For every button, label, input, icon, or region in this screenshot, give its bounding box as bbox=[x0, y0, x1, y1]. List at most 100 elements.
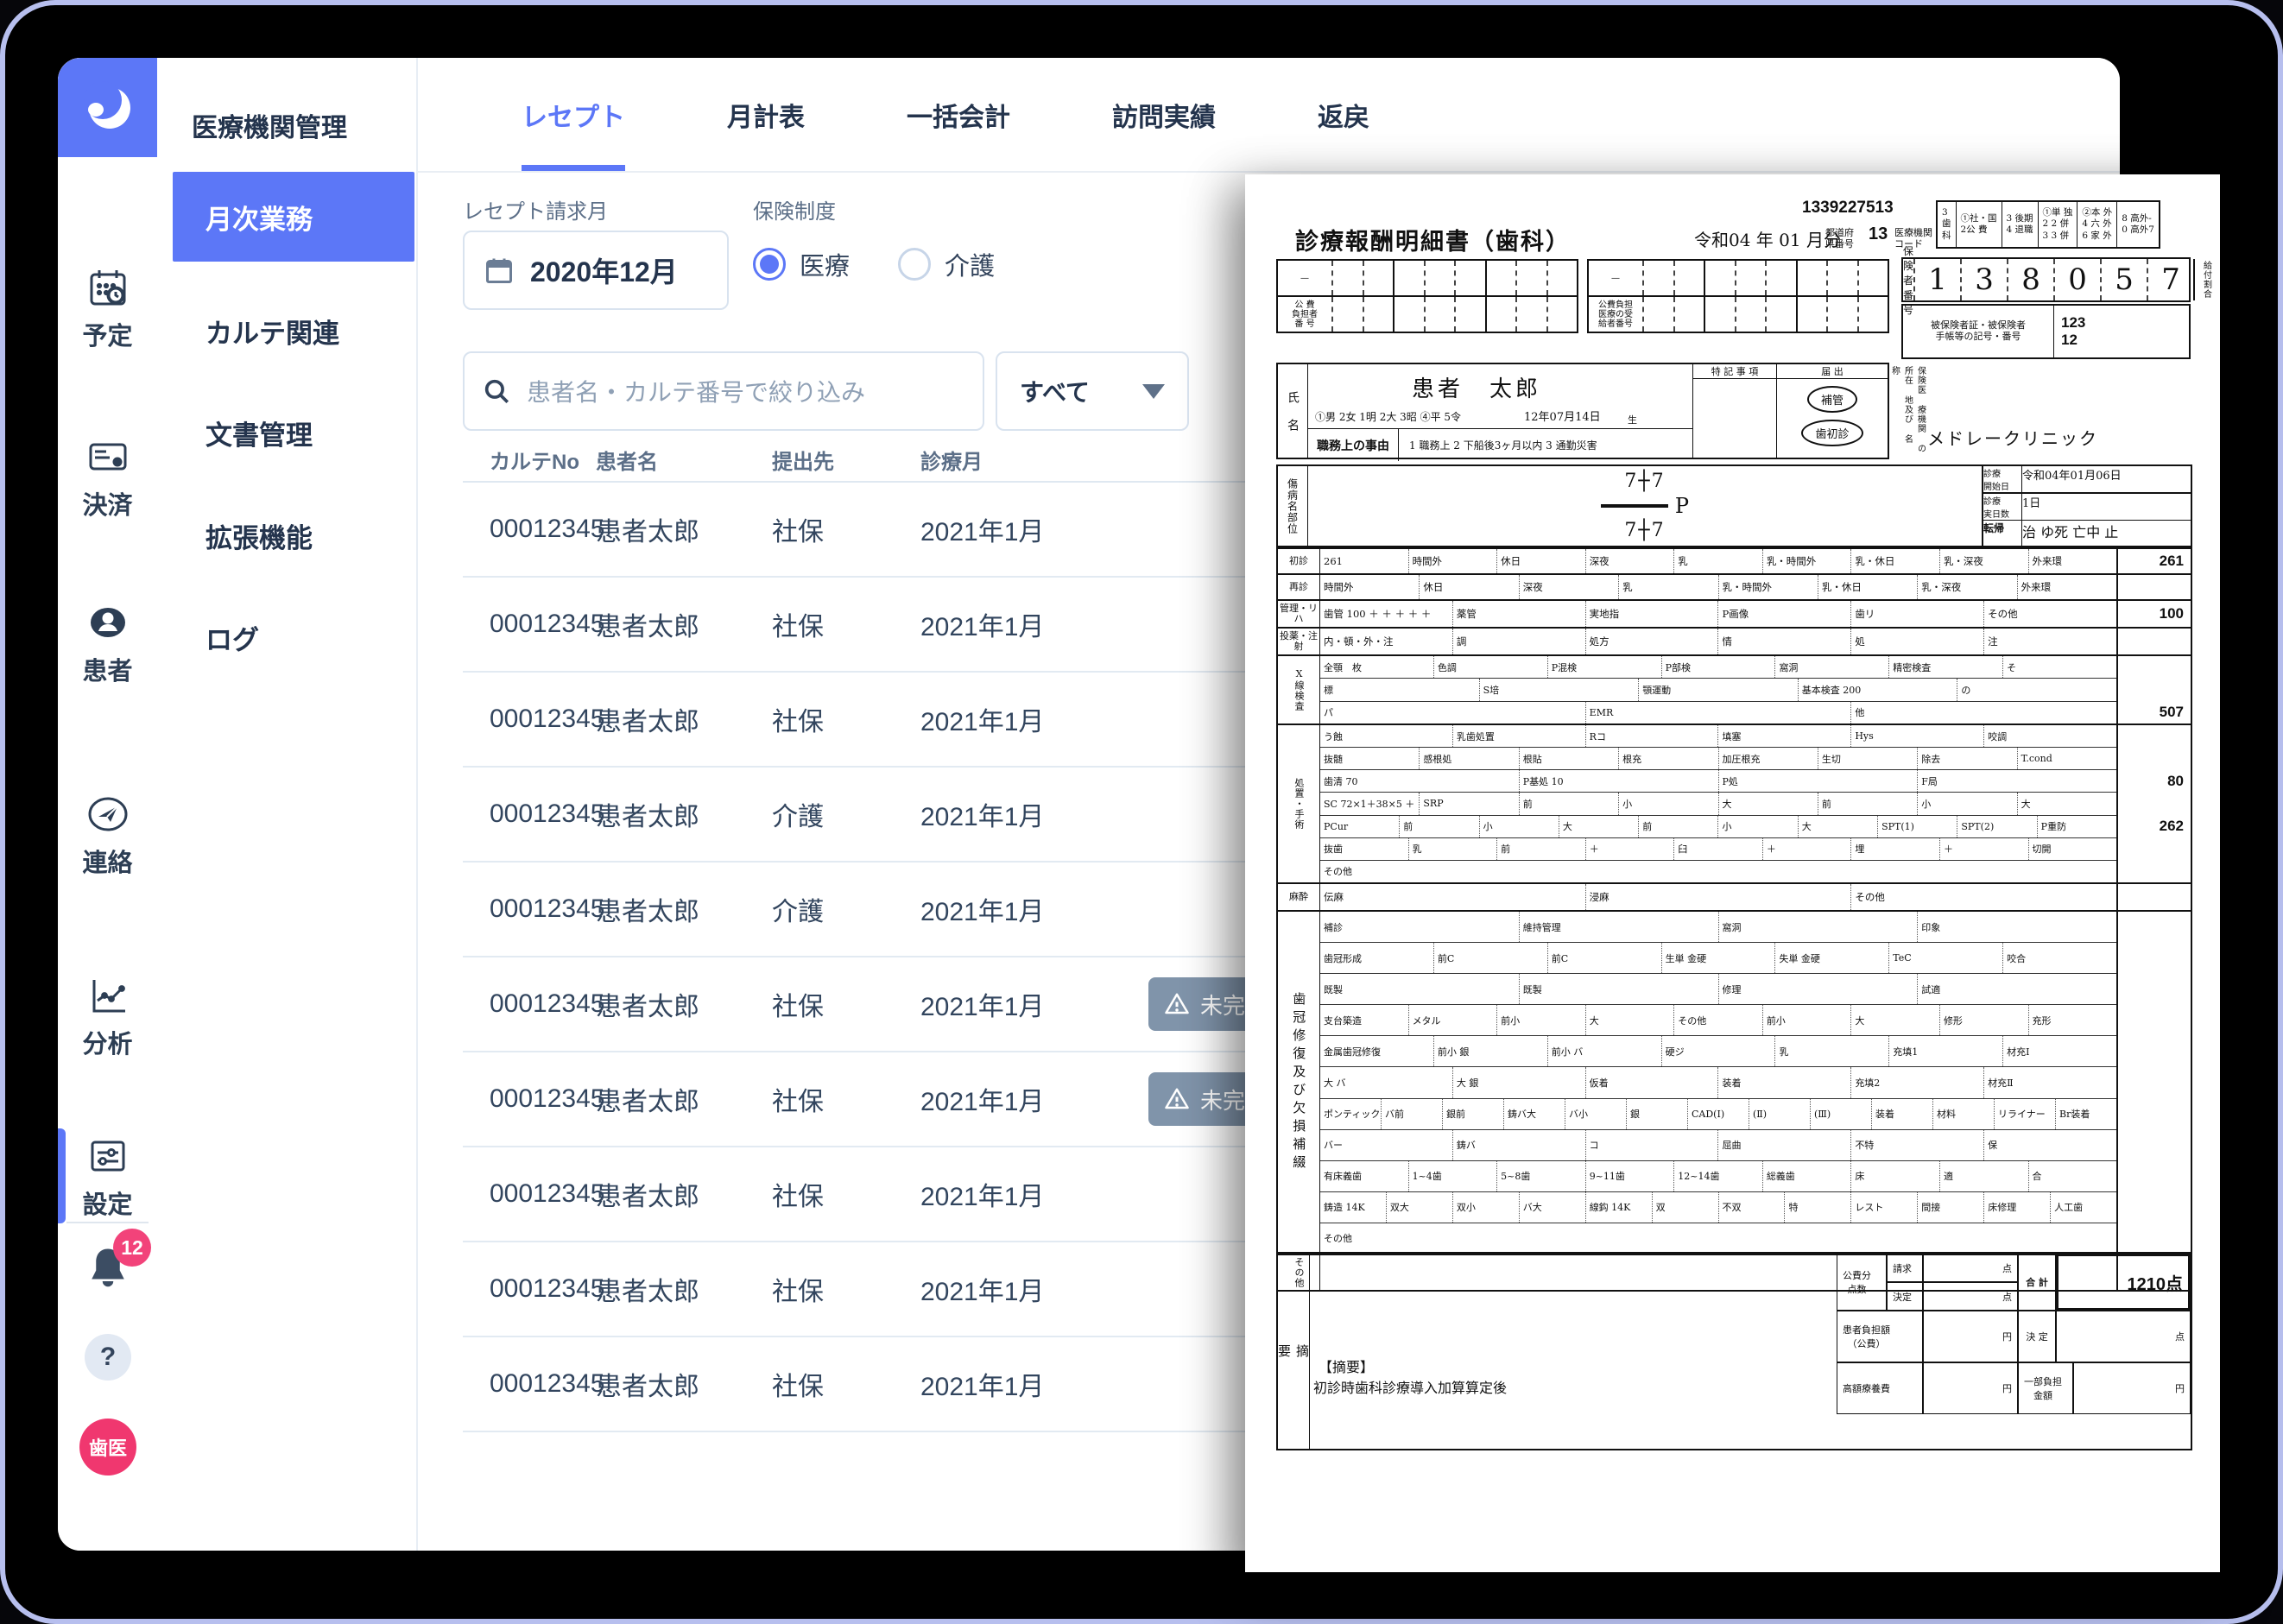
sidebar-item-label: 設定 bbox=[82, 1185, 132, 1221]
cell-name: 患者太郎 bbox=[596, 1270, 699, 1308]
calendar-icon bbox=[484, 255, 515, 286]
form-cell: 硬ジ bbox=[1661, 1036, 1775, 1066]
row-cells: 歯管 100 ＋ ＋ ＋ ＋ ＋薬管実地指P画像歯リその他 bbox=[1320, 601, 2116, 627]
cell-month: 2021年1月 bbox=[920, 510, 1044, 548]
sidebar-item-payment[interactable]: 決済 bbox=[58, 436, 157, 521]
tokki-label: 特 記 事 項 bbox=[1693, 364, 1776, 379]
row-cells: 伝麻浸麻その他 bbox=[1320, 884, 2116, 910]
medley-logo-icon bbox=[77, 77, 139, 139]
shikan-subrow: ポンティックバ前銀前鋳バ大バ小銀CAD(Ⅰ)(Ⅱ)(Ⅲ)装着材料リライナーBr装… bbox=[1320, 1098, 2116, 1129]
calendar-icon bbox=[87, 267, 129, 308]
form-cell: 前 bbox=[1496, 838, 1585, 860]
form-cell: TeC bbox=[1888, 943, 2002, 973]
sex-era-line: ①男 2女 1明 2大 3昭 ④平 5令 bbox=[1315, 409, 1461, 424]
form-cell: (Ⅲ) bbox=[1810, 1099, 1871, 1129]
sidebar-item-settings[interactable]: 設定 bbox=[58, 1135, 157, 1221]
form-cell: 前小 バ bbox=[1547, 1036, 1661, 1066]
nav-item-documents[interactable]: 文書管理 bbox=[173, 388, 414, 477]
form-cell: 合 bbox=[2028, 1161, 2117, 1191]
line-chart-icon bbox=[87, 975, 129, 1016]
tab-receipt[interactable]: レセプト bbox=[522, 58, 625, 171]
form-cell: SC 72×1＋38×5 ＋ bbox=[1320, 793, 1419, 814]
nav-item-extensions[interactable]: 拡張機能 bbox=[173, 490, 414, 580]
form-cell: 他 bbox=[1850, 702, 2116, 724]
form-cell: 充填2 bbox=[1850, 1067, 1983, 1097]
form-cell: 抜歯 bbox=[1320, 838, 1408, 860]
tab-visit-results[interactable]: 訪問実績 bbox=[1112, 58, 1216, 171]
help-button[interactable]: ? bbox=[85, 1334, 131, 1381]
shochi-subrow: う蝕乳歯処置Rコ填塞Hys咬調 bbox=[1320, 725, 2116, 747]
form-cell: 材料 bbox=[1932, 1099, 1994, 1129]
form-cell: 金属歯冠修復 bbox=[1320, 1036, 1433, 1066]
form-cell: 試適 bbox=[1917, 974, 2116, 1004]
sidebar-item-contact[interactable]: 連絡 bbox=[58, 793, 157, 879]
cell-month: 2021年1月 bbox=[920, 700, 1044, 738]
form-cell: 伝麻 bbox=[1320, 884, 1585, 910]
dental-receipt-preview[interactable]: 診療報酬明細書（歯科） 令和04 年 01 月分 都道府 県番号 13 医療機関… bbox=[1245, 174, 2220, 1572]
form-cell: 乳・休日 bbox=[1850, 549, 1939, 573]
tooth-line bbox=[1601, 504, 1668, 508]
form-cell: F局 bbox=[1917, 770, 2116, 792]
radio-medical[interactable]: 医療 bbox=[753, 246, 850, 282]
form-cell: 人工歯 bbox=[2050, 1192, 2116, 1223]
birth-suffix: 生 bbox=[1628, 413, 1637, 427]
status-filter-dropdown[interactable]: すべて bbox=[996, 351, 1189, 431]
form-cell: 生単 金硬 bbox=[1661, 943, 1775, 973]
form-cell: の bbox=[1957, 679, 2116, 700]
form-cell: P画像 bbox=[1717, 601, 1850, 627]
radio-care[interactable]: 介護 bbox=[898, 246, 995, 282]
search-input[interactable]: 患者名・カルテ番号で絞り込み bbox=[463, 351, 984, 431]
tab-monthly-table[interactable]: 月計表 bbox=[727, 58, 805, 171]
form-cell: 死 亡 bbox=[2054, 521, 2086, 546]
form-cell: 乳歯処置 bbox=[1452, 725, 1585, 747]
stamp-shishoshin: 歯初診 bbox=[1801, 420, 1862, 446]
claim-month-picker[interactable]: 2020年12月 bbox=[463, 231, 729, 310]
form-cell: 小 bbox=[1917, 793, 2016, 814]
form-cell: 3 bbox=[1960, 259, 2007, 300]
form-cell: 装着 bbox=[1717, 1067, 1850, 1097]
form-cell: ＋ bbox=[1585, 838, 1674, 860]
cell-month: 2021年1月 bbox=[920, 795, 1044, 833]
decide-label: 決定 bbox=[1887, 1282, 1923, 1311]
shochi-subrow: SC 72×1＋38×5 ＋SRP前小大前小大 bbox=[1320, 792, 2116, 814]
form-cell: レスト bbox=[1850, 1192, 1917, 1223]
app-logo[interactable] bbox=[58, 58, 157, 157]
patient-name: 患者 太郎 bbox=[1412, 371, 1541, 403]
nav-item-log[interactable]: ログ bbox=[173, 592, 414, 682]
chevron-down-icon bbox=[1142, 384, 1165, 399]
nav-item-label: 文書管理 bbox=[206, 414, 313, 452]
form-cell: ①社・国 2公 費 bbox=[1956, 202, 2002, 247]
nav-item-label: カルテ関連 bbox=[206, 312, 339, 351]
notifications-button[interactable]: 12 bbox=[82, 1242, 137, 1298]
secondary-nav-panel: 医療機関管理 月次業務 カルテ関連 文書管理 拡張機能 ログ bbox=[157, 58, 418, 1551]
sidebar-item-schedule[interactable]: 予定 bbox=[58, 267, 157, 352]
summary-label: 摘 要 bbox=[1278, 1254, 1310, 1449]
form-cell: メタル bbox=[1408, 1005, 1497, 1035]
form-cell: 前 bbox=[1519, 793, 1618, 814]
user-avatar[interactable]: 歯医 bbox=[79, 1419, 136, 1476]
tab-bulk-accounting[interactable]: 一括会計 bbox=[907, 58, 1010, 171]
form-cell: 顎運動 bbox=[1638, 679, 1798, 700]
total-label: 合 計 bbox=[2018, 1254, 2056, 1311]
cell-name: 患者太郎 bbox=[596, 605, 699, 643]
form-cell: ①単 独 2 2 併 3 3 併 bbox=[2038, 202, 2077, 247]
row-cells: 内・頓・外・注調処方情処注 bbox=[1320, 629, 2116, 654]
row-value bbox=[2118, 884, 2191, 910]
form-cell: 1~4歯 bbox=[1408, 1161, 1497, 1191]
tab-returns[interactable]: 返戻 bbox=[1318, 58, 1369, 171]
form-cell: 0 bbox=[2053, 259, 2100, 300]
form-cell: 特 bbox=[1784, 1192, 1850, 1223]
birth-date: 12年07月14日 bbox=[1524, 408, 1601, 424]
form-cell: P混検 bbox=[1547, 656, 1661, 678]
form-cell: 3 歯 科 bbox=[1938, 202, 1956, 247]
sidebar-item-analytics[interactable]: 分析 bbox=[58, 975, 157, 1060]
nav-item-karte[interactable]: カルテ関連 bbox=[173, 286, 414, 376]
form-cell: 適 bbox=[1939, 1161, 2028, 1191]
nav-item-monthly-ops[interactable]: 月次業務 bbox=[173, 172, 414, 262]
sidebar-item-patients[interactable]: 患者 bbox=[58, 602, 157, 687]
form-cell: 9~11歯 bbox=[1585, 1161, 1674, 1191]
cell-name: 患者太郎 bbox=[596, 795, 699, 833]
form-cell: 歯リ bbox=[1850, 601, 1983, 627]
radio-label: 介護 bbox=[945, 246, 995, 282]
form-cell: SPT(2) bbox=[1957, 816, 2036, 837]
